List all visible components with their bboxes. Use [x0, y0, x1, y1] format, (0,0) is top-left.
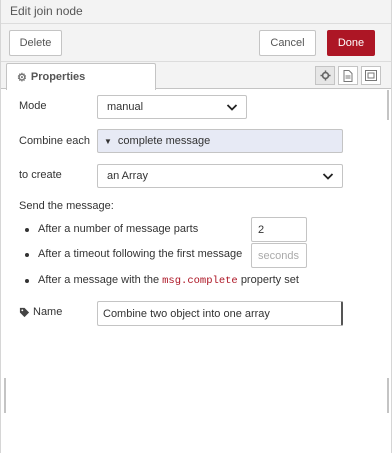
timeout-option-text: After a timeout following the first mess… — [38, 248, 243, 260]
description-icon[interactable] — [338, 66, 358, 85]
name-label: Name — [33, 306, 63, 318]
timeout-seconds-input[interactable]: seconds — [251, 243, 307, 268]
tag-icon — [19, 307, 30, 317]
done-button[interactable]: Done — [327, 30, 375, 56]
mode-select[interactable]: manual — [97, 95, 247, 119]
parts-option-text: After a number of message parts — [38, 223, 199, 235]
create-label: to create — [19, 169, 62, 181]
mode-value: manual — [107, 101, 144, 113]
create-value: an Array — [107, 170, 148, 182]
appearance-icon[interactable] — [361, 66, 381, 85]
chevron-down-icon — [322, 173, 334, 180]
tabs-bar: ⚙ Properties — [1, 62, 391, 90]
bullet — [25, 279, 29, 283]
tray-titlebar: Edit join node — [1, 0, 391, 24]
combine-typed-input[interactable]: ▼ complete message — [97, 129, 343, 153]
complete-prefix: After a message with the — [38, 274, 160, 286]
gear-icon: ⚙ — [17, 71, 27, 84]
msg-complete-code: msg.complete — [162, 275, 238, 287]
edit-node-tray: Edit join node Delete Cancel Done ⚙ Prop… — [0, 0, 392, 453]
bullet — [25, 253, 29, 257]
tray-toolbar: Delete Cancel Done — [1, 24, 391, 62]
tab-icon-group — [315, 66, 381, 85]
send-heading: Send the message: — [19, 200, 114, 212]
gear-icon[interactable] — [315, 66, 335, 85]
tab-properties-label: Properties — [30, 71, 86, 83]
combine-value: complete message — [117, 135, 211, 147]
complete-suffix: property set — [240, 274, 299, 286]
caret-down-icon: ▼ — [104, 136, 112, 146]
name-label-group: Name — [19, 306, 62, 318]
chevron-down-icon — [226, 104, 238, 111]
combine-label: Combine each — [19, 135, 90, 147]
delete-button[interactable]: Delete — [9, 30, 62, 56]
scrollbar-track[interactable] — [387, 90, 389, 120]
name-input[interactable]: Combine two object into one array — [97, 301, 343, 326]
create-select[interactable]: an Array — [97, 164, 343, 188]
scrollbar-thumb[interactable] — [387, 378, 389, 413]
cancel-button[interactable]: Cancel — [259, 30, 316, 56]
parts-count-input[interactable]: 2 — [251, 217, 307, 242]
tab-properties[interactable]: ⚙ Properties — [6, 63, 156, 90]
complete-option-text: After a message with the msg.complete pr… — [38, 274, 299, 287]
tray-title: Edit join node — [10, 4, 83, 18]
mode-label: Mode — [19, 100, 47, 112]
bullet — [25, 228, 29, 232]
divider — [4, 378, 6, 413]
